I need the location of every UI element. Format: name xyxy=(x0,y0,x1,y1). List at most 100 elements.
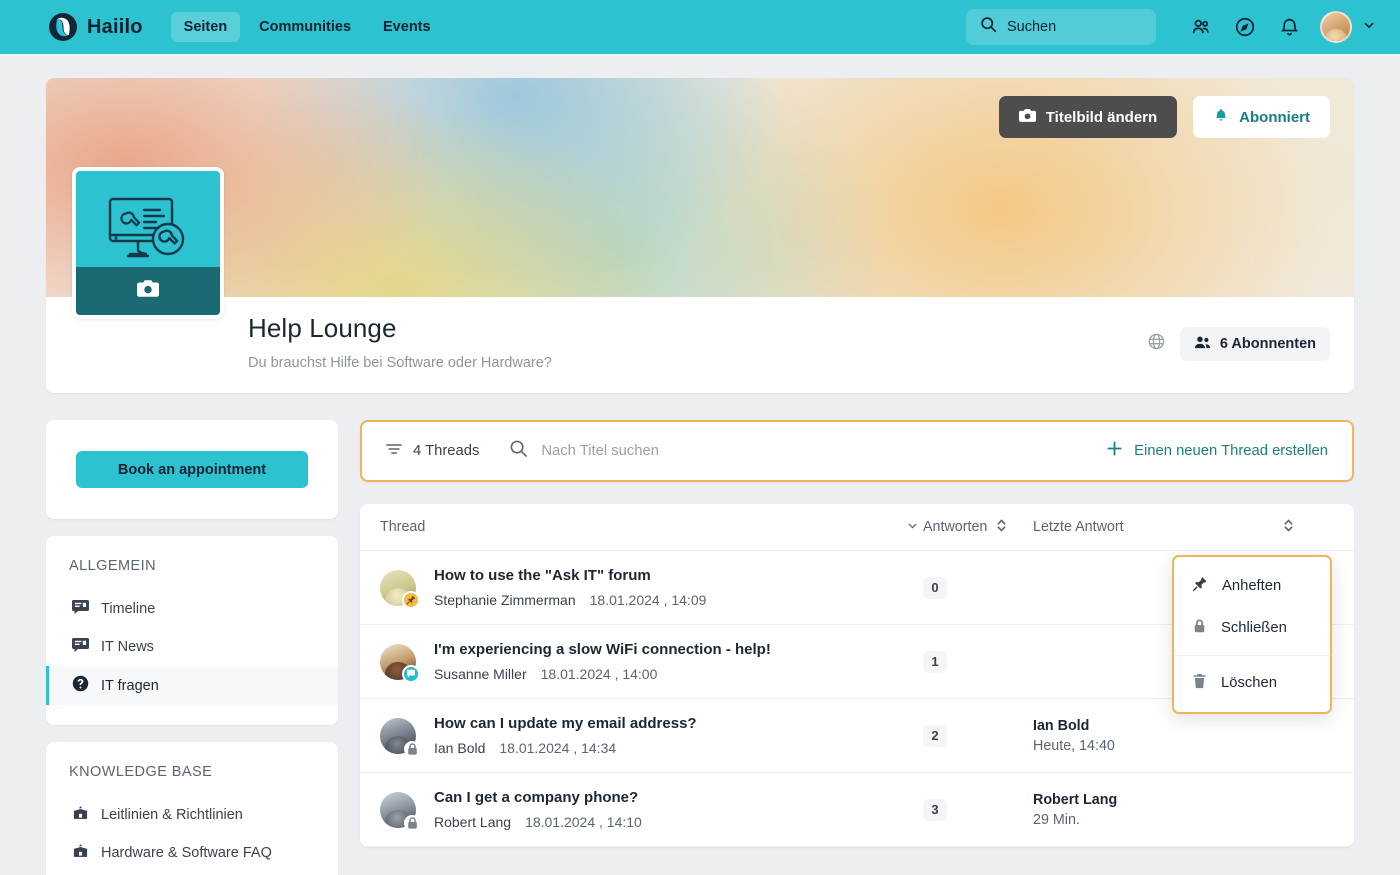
plus-icon xyxy=(1106,440,1123,462)
page-container: Titelbild ändern Abonniert Help Lounge D… xyxy=(0,54,1400,875)
feed-icon xyxy=(72,637,89,657)
globe-icon xyxy=(1147,332,1166,356)
answers-count-badge: 2 xyxy=(923,724,947,747)
lock-icon xyxy=(404,740,420,757)
sidebar-item-label: Leitlinien & Richtlinien xyxy=(101,807,243,823)
column-header-answers-label: Antworten xyxy=(923,519,988,535)
global-search-input[interactable]: Suchen xyxy=(966,9,1156,45)
thread-title[interactable]: How can I update my email address? xyxy=(434,715,697,734)
community-avatar[interactable] xyxy=(72,167,224,319)
search-icon xyxy=(509,439,528,463)
thread-author: Ian Bold xyxy=(434,740,486,757)
lock-icon xyxy=(1192,618,1207,638)
sidebar-item-label: Hardware & Software FAQ xyxy=(101,845,272,861)
thread-meta: Stephanie Zimmerman 18.01.2024 , 14:09 xyxy=(434,592,706,608)
answers-cell: 3 xyxy=(923,798,1033,821)
last-answer-cell: Ian Bold Heute, 14:40 xyxy=(1033,718,1334,754)
cover-image: Titelbild ändern Abonniert xyxy=(46,78,1354,297)
thread-cell: How can I update my email address? Ian B… xyxy=(380,715,923,757)
content-area: Book an appointment ALLGEMEIN Timeline I… xyxy=(46,420,1354,875)
thread-cell: How to use the "Ask IT" forum Stephanie … xyxy=(380,567,923,609)
feed-icon xyxy=(72,599,89,619)
thread-search-placeholder: Nach Titel suchen xyxy=(541,443,659,459)
thread-title[interactable]: I'm experiencing a slow WiFi connection … xyxy=(434,641,771,660)
user-avatar[interactable] xyxy=(1320,11,1352,43)
nav-right-group: Suchen xyxy=(966,8,1376,46)
sidebar-item-hardware-faq[interactable]: Hardware & Software FAQ xyxy=(46,834,338,872)
compass-icon[interactable] xyxy=(1226,8,1264,46)
chevron-down-icon[interactable] xyxy=(1362,18,1376,37)
sidebar-item-leitlinien[interactable]: Leitlinien & Richtlinien xyxy=(46,796,338,834)
camera-icon xyxy=(137,279,159,303)
column-header-answers[interactable]: Antworten xyxy=(923,518,1033,537)
sidebar-item-it-news[interactable]: IT News xyxy=(46,628,338,666)
menu-item-loeschen[interactable]: Löschen xyxy=(1174,662,1330,704)
thread-cell: I'm experiencing a slow WiFi connection … xyxy=(380,641,923,683)
last-answer-author: Robert Lang xyxy=(1033,791,1118,808)
sidebar: Book an appointment ALLGEMEIN Timeline I… xyxy=(46,420,338,875)
threads-table: Thread Antworten Letzte Antwort How to u… xyxy=(360,504,1354,847)
subscribed-label: Abonniert xyxy=(1239,108,1310,126)
subscribers-label: 6 Abonnenten xyxy=(1219,336,1316,352)
table-row[interactable]: Can I get a company phone? Robert Lang 1… xyxy=(360,773,1354,847)
filter-icon xyxy=(386,442,402,461)
last-answer-cell: Robert Lang 29 Min. xyxy=(1033,792,1334,828)
thread-title[interactable]: Can I get a company phone? xyxy=(434,789,642,808)
cover-actions: Titelbild ändern Abonniert xyxy=(998,96,1330,138)
menu-item-label: Löschen xyxy=(1221,675,1277,691)
sidebar-section-title: ALLGEMEIN xyxy=(69,558,157,574)
sidebar-section-title: KNOWLEDGE BASE xyxy=(69,764,213,780)
page-title: Help Lounge xyxy=(248,313,397,343)
answers-count-badge: 1 xyxy=(923,650,947,673)
thread-title[interactable]: How to use the "Ask IT" forum xyxy=(434,567,706,586)
menu-item-schliessen[interactable]: Schließen xyxy=(1174,607,1330,649)
sidebar-item-label: IT News xyxy=(101,639,154,655)
sidebar-item-it-fragen[interactable]: IT fragen xyxy=(46,666,338,705)
answers-cell: 0 xyxy=(923,576,1033,599)
change-cover-button[interactable]: Titelbild ändern xyxy=(998,96,1178,138)
bell-icon[interactable] xyxy=(1270,8,1308,46)
create-thread-button[interactable]: Einen neuen Thread erstellen xyxy=(1106,440,1328,462)
thread-author: Robert Lang xyxy=(434,814,512,831)
brand-logo-area[interactable]: Haiilo xyxy=(48,12,143,42)
last-answer-time: Heute, 14:40 xyxy=(1033,737,1115,754)
trash-icon xyxy=(1192,673,1207,693)
community-meta: 6 Abonnenten xyxy=(1147,327,1330,361)
column-header-thread[interactable]: Thread xyxy=(380,519,923,536)
last-answer-author: Ian Bold xyxy=(1033,717,1090,734)
community-subtitle: Du brauchst Hilfe bei Software oder Hard… xyxy=(248,355,552,371)
avatar xyxy=(380,643,420,683)
column-header-thread-label: Thread xyxy=(380,519,426,535)
people-group-icon xyxy=(1194,335,1211,354)
column-header-last-answer[interactable]: Letzte Antwort xyxy=(1033,518,1334,537)
menu-item-anheften[interactable]: Anheften xyxy=(1174,565,1330,607)
thread-text: How can I update my email address? Ian B… xyxy=(434,715,697,757)
book-appointment-button[interactable]: Book an appointment xyxy=(76,451,308,488)
nav-link-seiten[interactable]: Seiten xyxy=(170,12,241,42)
thread-author: Stephanie Zimmerman xyxy=(434,592,576,609)
camera-icon xyxy=(1018,108,1036,127)
sidebar-item-timeline[interactable]: Timeline xyxy=(46,590,338,628)
lock-icon xyxy=(404,814,420,831)
nav-link-communities[interactable]: Communities xyxy=(246,12,364,42)
bell-icon xyxy=(1213,107,1229,128)
subscribed-button[interactable]: Abonniert xyxy=(1193,96,1330,138)
change-community-avatar-button[interactable] xyxy=(76,267,220,315)
thread-meta: Ian Bold 18.01.2024 , 14:34 xyxy=(434,740,697,756)
main-column: 4 Threads Nach Titel suchen Einen neuen … xyxy=(360,420,1354,847)
thread-search-input[interactable]: Nach Titel suchen xyxy=(509,439,1106,463)
thread-text: Can I get a company phone? Robert Lang 1… xyxy=(434,789,642,831)
nav-link-events[interactable]: Events xyxy=(370,12,444,42)
thread-text: How to use the "Ask IT" forum Stephanie … xyxy=(434,567,706,609)
sidebar-item-label: Timeline xyxy=(101,601,156,617)
avatar xyxy=(380,569,420,609)
answers-cell: 2 xyxy=(923,724,1033,747)
book-icon xyxy=(72,843,89,863)
chevron-down-icon xyxy=(906,519,919,536)
haiilo-logo-icon xyxy=(48,12,78,42)
subscribers-button[interactable]: 6 Abonnenten xyxy=(1179,327,1330,361)
answers-cell: 1 xyxy=(923,650,1033,673)
search-icon xyxy=(980,16,997,38)
people-icon[interactable] xyxy=(1182,8,1220,46)
filter-threads-button[interactable]: 4 Threads xyxy=(386,442,479,461)
